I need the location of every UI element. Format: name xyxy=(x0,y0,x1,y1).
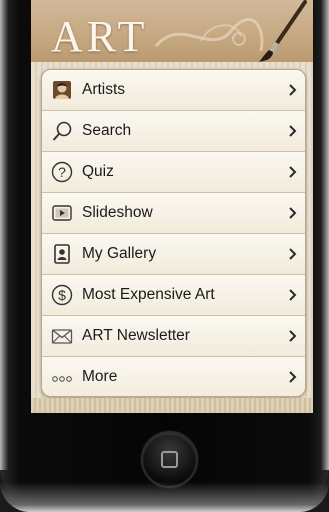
phone-bottom-rim xyxy=(0,482,329,512)
menu-item-art-newsletter[interactable]: ART Newsletter xyxy=(42,316,305,357)
bottom-decor-strip xyxy=(31,398,313,413)
menu-item-label: ART Newsletter xyxy=(82,327,190,344)
menu-item-more[interactable]: More xyxy=(42,357,305,396)
menu-item-label: Most Expensive Art xyxy=(82,286,215,303)
menu-item-slideshow[interactable]: Slideshow xyxy=(42,193,305,234)
chevron-right-icon xyxy=(289,84,297,96)
chevron-right-icon xyxy=(289,207,297,219)
svg-text:$: $ xyxy=(58,287,66,303)
app-title: ART xyxy=(51,12,149,61)
artist-portrait-icon xyxy=(51,79,73,101)
home-button[interactable] xyxy=(141,431,198,488)
menu-item-artists[interactable]: Artists xyxy=(42,70,305,111)
phone-edge-right xyxy=(321,0,329,470)
menu-item-label: Quiz xyxy=(82,163,114,180)
menu-item-label: Search xyxy=(82,122,132,139)
paintbrush-icon xyxy=(259,0,307,62)
question-mark-icon: ? xyxy=(51,161,73,183)
screen: ART Artists Search ? Quiz Slideshow My G… xyxy=(31,0,313,413)
svg-text:?: ? xyxy=(58,164,66,180)
menu-item-my-gallery[interactable]: My Gallery xyxy=(42,234,305,275)
chevron-right-icon xyxy=(289,248,297,260)
home-square-icon xyxy=(161,451,178,468)
app-header: ART xyxy=(31,0,313,63)
chevron-right-icon xyxy=(289,330,297,342)
menu-item-quiz[interactable]: ? Quiz xyxy=(42,152,305,193)
slideshow-play-icon xyxy=(51,202,73,224)
menu-item-label: My Gallery xyxy=(82,245,157,262)
envelope-icon xyxy=(51,325,73,347)
dollar-icon: $ xyxy=(51,284,73,306)
menu-item-most-expensive-art[interactable]: $ Most Expensive Art xyxy=(42,275,305,316)
chevron-right-icon xyxy=(289,289,297,301)
menu-item-label: Slideshow xyxy=(82,204,153,221)
menu-item-label: More xyxy=(82,368,118,385)
phone-edge-left xyxy=(0,0,8,470)
picture-frame-icon xyxy=(51,243,73,265)
chevron-right-icon xyxy=(289,371,297,383)
chevron-right-icon xyxy=(289,166,297,178)
magnifier-icon xyxy=(51,120,73,142)
phone-frame: ART Artists Search ? Quiz Slideshow My G… xyxy=(0,0,329,512)
menu-item-search[interactable]: Search xyxy=(42,111,305,152)
main-menu: Artists Search ? Quiz Slideshow My Galle… xyxy=(41,69,306,397)
chevron-right-icon xyxy=(289,125,297,137)
menu-item-label: Artists xyxy=(82,81,126,98)
more-dots-icon xyxy=(51,366,73,388)
